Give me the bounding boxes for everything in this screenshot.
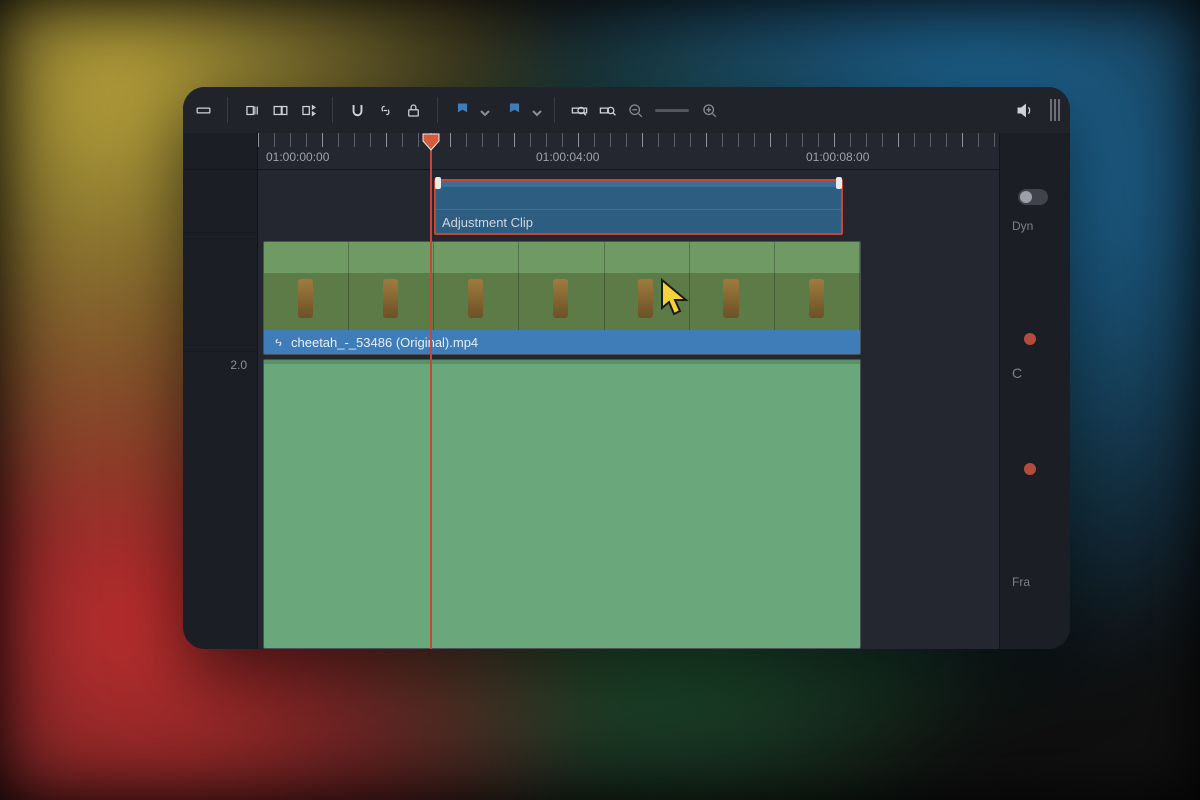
overwrite-clip-icon[interactable] xyxy=(268,98,292,122)
zoom-in-icon[interactable] xyxy=(697,98,721,122)
clip-label: Adjustment Clip xyxy=(442,215,533,230)
thumbnail xyxy=(434,242,519,330)
timeline-options-icon[interactable] xyxy=(1050,99,1062,121)
inspector-label: Dyn xyxy=(1012,219,1033,233)
chevron-down-icon[interactable] xyxy=(480,105,490,115)
clip-name-bar: cheetah_-_53486 (Original).mp4 xyxy=(264,330,860,354)
timecode-label: 01:00:00:00 xyxy=(266,150,329,164)
timeline-tracks-area[interactable]: 01:00:00:00 01:00:04:00 01:00:08:00 Adju… xyxy=(258,133,999,649)
toolbar-separator xyxy=(554,97,555,123)
inspector-label: Fra xyxy=(1012,575,1030,589)
timecode-label: 01:00:04:00 xyxy=(536,150,599,164)
clip-filename: cheetah_-_53486 (Original).mp4 xyxy=(291,335,478,350)
gutter-row xyxy=(183,170,257,233)
zoom-slider[interactable] xyxy=(655,109,689,112)
inspector-label: C xyxy=(1012,365,1022,381)
thumbnail xyxy=(690,242,775,330)
clip-thumbnails xyxy=(264,242,860,330)
clip-top-bar xyxy=(436,181,841,187)
zoom-detail-icon[interactable] xyxy=(595,98,619,122)
track-v1[interactable]: cheetah_-_53486 (Original).mp4 xyxy=(258,241,999,355)
track-header-gutter: 2.0 xyxy=(183,133,258,649)
timeline-toolbar xyxy=(183,87,1070,134)
gutter-row xyxy=(183,133,257,170)
ruler-ticks-major xyxy=(258,133,999,147)
toolbar-separator xyxy=(332,97,333,123)
thumbnail xyxy=(775,242,860,330)
audio-clip[interactable] xyxy=(263,359,861,649)
chevron-down-icon[interactable] xyxy=(532,105,542,115)
gutter-row: 2.0 xyxy=(183,352,257,649)
clip-top-bar xyxy=(264,360,860,364)
record-indicator-icon[interactable] xyxy=(1024,463,1036,475)
thumbnail xyxy=(519,242,604,330)
marker-flag-outline-icon[interactable] xyxy=(450,98,474,122)
track-v2[interactable]: Adjustment Clip xyxy=(258,179,999,235)
timecode-ruler[interactable]: 01:00:00:00 01:00:04:00 01:00:08:00 xyxy=(258,133,999,170)
timeline-body: 2.0 01:00:00:00 01:00:04:00 01:00:08:00 xyxy=(183,133,1070,649)
record-indicator-icon[interactable] xyxy=(1024,333,1036,345)
audio-channel-label: 2.0 xyxy=(230,358,247,372)
snap-icon[interactable] xyxy=(345,98,369,122)
zoom-full-icon[interactable] xyxy=(567,98,591,122)
clip-inner-rule xyxy=(436,209,841,210)
volume-icon[interactable] xyxy=(1012,98,1036,122)
insert-clip-icon[interactable] xyxy=(240,98,264,122)
mouse-cursor-icon xyxy=(659,278,693,323)
adjustment-clip[interactable]: Adjustment Clip xyxy=(434,179,843,235)
toolbar-separator xyxy=(437,97,438,123)
playhead-line[interactable] xyxy=(430,133,432,649)
toggle-switch[interactable] xyxy=(1018,189,1048,205)
thumbnail xyxy=(264,242,349,330)
clip-trim-handle-right[interactable] xyxy=(836,177,842,189)
replace-clip-icon[interactable] xyxy=(296,98,320,122)
link-icon xyxy=(272,336,285,349)
razor-icon[interactable] xyxy=(191,98,215,122)
zoom-out-icon[interactable] xyxy=(623,98,647,122)
playhead-marker-icon[interactable] xyxy=(421,133,441,154)
toolbar-separator xyxy=(227,97,228,123)
timeline-panel: 2.0 01:00:00:00 01:00:04:00 01:00:08:00 xyxy=(183,87,1070,649)
timecode-label: 01:00:08:00 xyxy=(806,150,869,164)
clip-trim-handle-left[interactable] xyxy=(435,177,441,189)
marker-flag-solid-icon[interactable] xyxy=(502,98,526,122)
track-a1[interactable] xyxy=(258,359,999,649)
link-icon[interactable] xyxy=(373,98,397,122)
gutter-row xyxy=(183,233,257,352)
inspector-panel-sliver: Dyn C Fra xyxy=(999,133,1070,649)
video-clip[interactable]: cheetah_-_53486 (Original).mp4 xyxy=(263,241,861,355)
thumbnail xyxy=(349,242,434,330)
lock-icon[interactable] xyxy=(401,98,425,122)
